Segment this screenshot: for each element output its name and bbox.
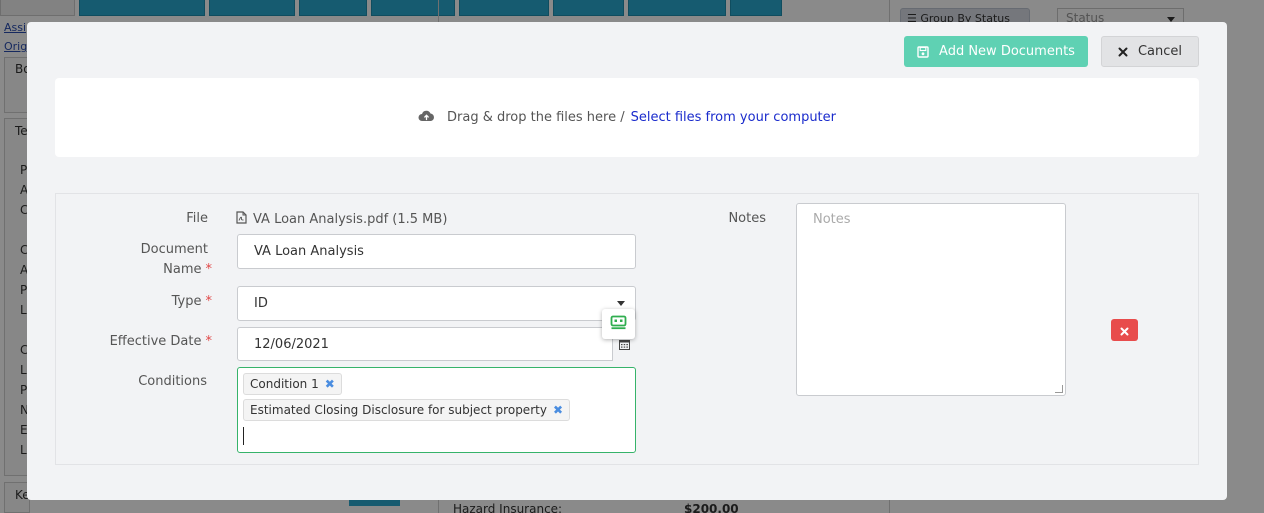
- remove-document-button[interactable]: [1111, 319, 1138, 341]
- required-marker: *: [205, 262, 213, 277]
- required-marker: *: [205, 334, 213, 349]
- condition-tag-label: Condition 1: [250, 377, 319, 391]
- notes-label: Notes: [728, 211, 766, 226]
- select-files-link[interactable]: Select files from your computer: [631, 110, 836, 125]
- document-entry-row: File VA Loan Analysis.pdf (1.5 MB) Docum…: [55, 193, 1199, 465]
- document-name-input[interactable]: VA Loan Analysis: [237, 234, 636, 269]
- save-icon: [917, 45, 929, 58]
- type-label-text: Type: [171, 294, 202, 309]
- condition-tag: Estimated Closing Disclosure for subject…: [243, 399, 570, 421]
- required-marker: *: [205, 294, 213, 309]
- effective-date-value: 12/06/2021: [254, 336, 329, 352]
- condition-tag: Condition 1 ✖: [243, 373, 342, 395]
- remove-tag-icon[interactable]: ✖: [553, 403, 563, 417]
- text-cursor: [243, 427, 244, 445]
- file-dropzone[interactable]: Drag & drop the files here / Select file…: [55, 78, 1199, 157]
- remove-tag-icon[interactable]: ✖: [325, 377, 335, 391]
- cancel-label: Cancel: [1137, 44, 1183, 59]
- file-info: VA Loan Analysis.pdf (1.5 MB): [236, 211, 447, 228]
- robot-icon: [610, 315, 627, 334]
- file-name: VA Loan Analysis.pdf (1.5 MB): [253, 212, 448, 227]
- conditions-multiselect[interactable]: Condition 1 ✖ Estimated Closing Disclosu…: [237, 367, 636, 453]
- effective-date-label: Effective Date *: [76, 334, 212, 349]
- add-new-documents-button[interactable]: Add New Documents: [904, 36, 1088, 67]
- file-label: File: [186, 211, 208, 226]
- notes-textarea[interactable]: Notes: [796, 203, 1066, 396]
- resize-handle[interactable]: [1055, 385, 1063, 393]
- chevron-down-icon: [617, 301, 625, 306]
- assistant-bot-button[interactable]: [602, 309, 635, 339]
- document-name-label-line2: Name *: [128, 262, 212, 277]
- cancel-button[interactable]: Cancel: [1101, 36, 1199, 67]
- notes-placeholder: Notes: [813, 212, 851, 227]
- conditions-label: Conditions: [138, 374, 207, 389]
- document-name-label-line1: Document: [140, 242, 208, 257]
- effective-date-input[interactable]: 12/06/2021: [237, 327, 613, 361]
- type-select[interactable]: ID: [237, 286, 636, 321]
- type-value: ID: [254, 296, 268, 311]
- add-new-documents-label: Add New Documents: [939, 44, 1075, 59]
- condition-tag-label: Estimated Closing Disclosure for subject…: [250, 403, 547, 417]
- document-name-label-text: Name: [163, 262, 202, 277]
- dropzone-text: Drag & drop the files here /: [447, 110, 625, 125]
- close-icon: [1118, 47, 1128, 57]
- close-icon: [1120, 321, 1129, 340]
- effective-date-label-text: Effective Date: [109, 334, 202, 349]
- cloud-upload-icon: [418, 110, 435, 126]
- pdf-file-icon: [236, 211, 247, 228]
- document-name-value: VA Loan Analysis: [254, 244, 364, 259]
- type-label: Type *: [128, 294, 212, 309]
- add-documents-modal: Add New Documents Cancel Drag & drop the…: [27, 22, 1227, 500]
